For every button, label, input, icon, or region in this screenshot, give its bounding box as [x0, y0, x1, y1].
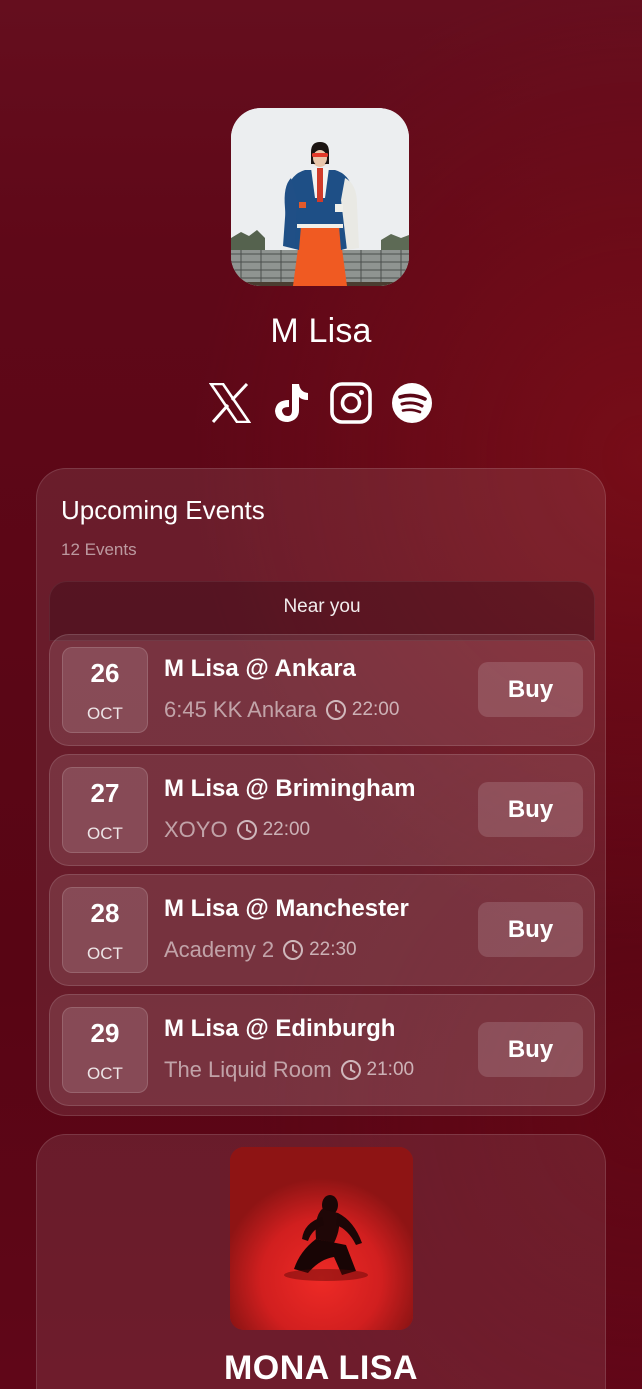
- clock-icon: [325, 700, 346, 720]
- event-date: 29 OCT: [62, 1007, 148, 1093]
- buy-button[interactable]: Buy: [478, 902, 583, 957]
- spotify-icon[interactable]: [389, 380, 435, 426]
- profile-name: M Lisa: [270, 312, 372, 350]
- buy-button[interactable]: Buy: [478, 662, 583, 717]
- clock-icon: [283, 940, 304, 960]
- album-card[interactable]: MONA LISA: [36, 1134, 606, 1389]
- event-row[interactable]: 29 OCT M Lisa @ Edinburgh The Liquid Roo…: [49, 994, 595, 1106]
- near-you-label: Near you: [283, 596, 361, 617]
- social-links: [207, 380, 435, 426]
- tiktok-icon[interactable]: [268, 380, 314, 426]
- event-day: 29: [90, 1018, 120, 1048]
- event-meta: 6:45 KK Ankara 22:00: [164, 697, 399, 723]
- event-venue: Academy 2: [164, 937, 275, 962]
- event-month: OCT: [87, 1064, 123, 1083]
- buy-button[interactable]: Buy: [478, 1022, 583, 1077]
- event-venue: 6:45 KK Ankara: [164, 697, 317, 722]
- event-title: M Lisa @ Brimingham: [164, 775, 416, 802]
- event-time: 22:00: [351, 699, 400, 720]
- event-date: 26 OCT: [62, 647, 148, 733]
- event-time: 22:30: [309, 939, 357, 960]
- avatar-photo: [231, 108, 409, 286]
- event-row[interactable]: 27 OCT M Lisa @ Brimingham XOYO 22:00 Bu…: [49, 754, 595, 866]
- event-day: 26: [90, 658, 120, 688]
- events-count: 12 Events: [61, 540, 137, 559]
- instagram-icon[interactable]: [328, 380, 374, 426]
- event-venue: The Liquid Room: [164, 1057, 332, 1082]
- event-date: 27 OCT: [62, 767, 148, 853]
- event-month: OCT: [87, 704, 123, 723]
- profile-avatar[interactable]: [231, 108, 409, 286]
- event-day: 27: [90, 778, 120, 808]
- event-meta: XOYO 22:00: [164, 817, 310, 843]
- event-meta: The Liquid Room 21:00: [164, 1057, 414, 1083]
- event-title: M Lisa @ Ankara: [164, 655, 356, 682]
- event-time: 21:00: [366, 1059, 415, 1080]
- event-month: OCT: [87, 824, 123, 843]
- album-title: MONA LISA: [223, 1349, 418, 1387]
- event-title: M Lisa @ Manchester: [164, 895, 409, 922]
- clock-icon: [236, 820, 257, 840]
- event-month: OCT: [87, 944, 123, 963]
- event-title: M Lisa @ Edinburgh: [164, 1015, 396, 1042]
- clock-icon: [340, 1060, 361, 1080]
- event-date: 28 OCT: [62, 887, 148, 973]
- buy-button[interactable]: Buy: [478, 782, 583, 837]
- event-meta: Academy 2 22:30: [164, 937, 357, 963]
- event-time: 22:00: [262, 819, 311, 840]
- event-venue: XOYO: [164, 817, 228, 842]
- events-card: Upcoming Events 12 Events Near you 26 OC…: [36, 468, 606, 1116]
- event-day: 28: [90, 898, 120, 928]
- event-row[interactable]: 28 OCT M Lisa @ Manchester Academy 2 22:…: [49, 874, 595, 986]
- events-title: Upcoming Events: [61, 495, 265, 525]
- album-cover[interactable]: [230, 1147, 413, 1330]
- album-cover-image: [230, 1147, 413, 1330]
- x-icon[interactable]: [207, 380, 253, 426]
- near-you-section: Near you: [49, 581, 595, 641]
- event-row[interactable]: 26 OCT M Lisa @ Ankara 6:45 KK Ankara 22…: [49, 634, 595, 746]
